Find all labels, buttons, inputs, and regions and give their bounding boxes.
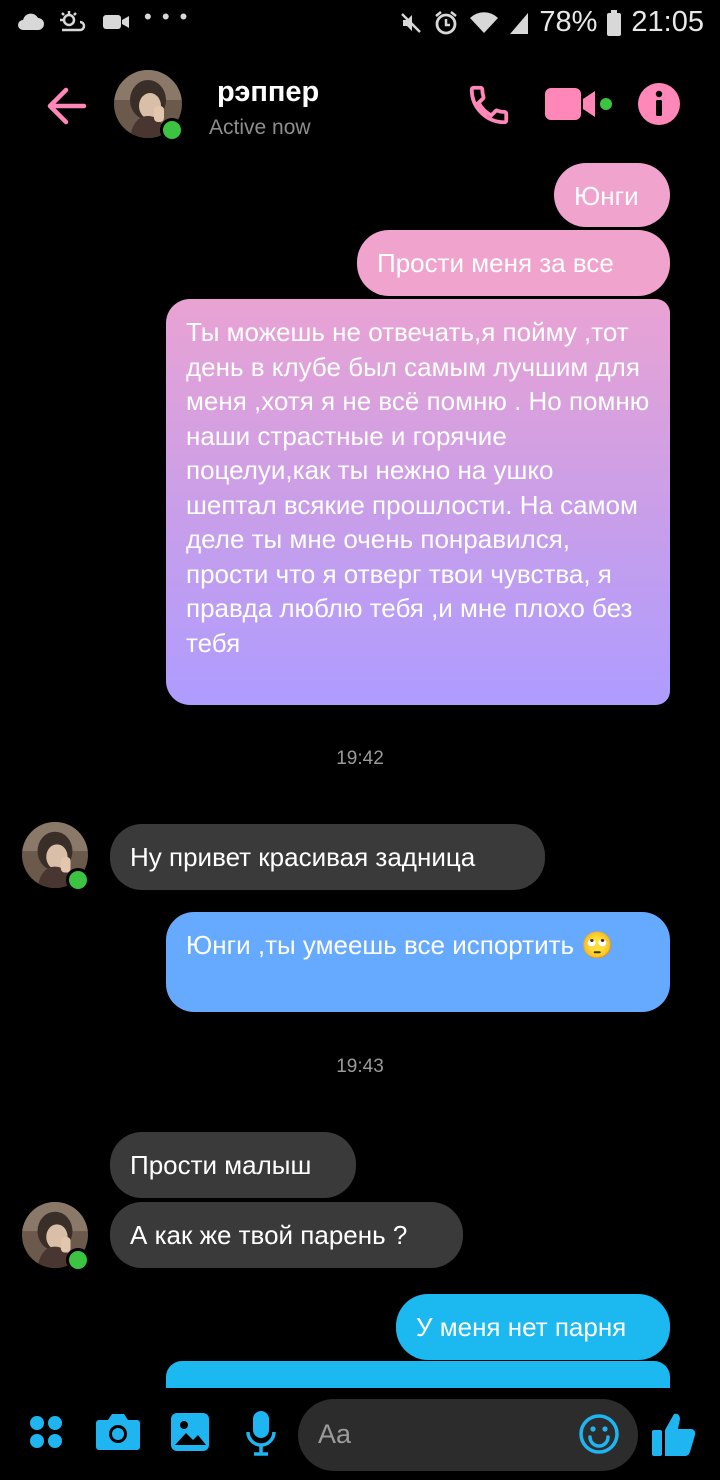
contact-status: Active now — [209, 116, 311, 139]
weather-icon — [60, 11, 86, 32]
message-list[interactable]: Юнги Прости меня за все Ты можешь не отв… — [0, 150, 720, 1388]
message-bubble-incoming[interactable]: Прости малыш — [110, 1132, 356, 1198]
video-camera-icon — [103, 15, 129, 29]
battery-percent: 78% — [539, 6, 598, 38]
microphone-button[interactable] — [246, 1410, 276, 1461]
emoji-icon — [579, 1414, 619, 1454]
clock: 21:05 — [631, 6, 704, 38]
apps-icon — [30, 1416, 62, 1448]
more-dots-icon: • • • — [144, 4, 190, 29]
battery-icon — [607, 9, 622, 36]
message-input-placeholder: Aa — [318, 1419, 352, 1449]
online-indicator — [66, 1248, 90, 1272]
thumbs-up-icon — [652, 1413, 696, 1456]
status-bar: • • • 78% 21:05 — [0, 0, 720, 50]
message-bubble-incoming[interactable]: А как же твой парень ? — [110, 1202, 463, 1268]
message-input[interactable]: Aa — [298, 1399, 638, 1471]
video-call-icon — [545, 88, 612, 120]
message-bubble-outgoing[interactable]: У меня нет парня — [396, 1294, 670, 1360]
message-bubble-outgoing[interactable]: Юнги ,ты умеешь все испортить 🙄 — [166, 912, 670, 1012]
info-icon — [638, 83, 680, 125]
message-bubble-outgoing-partial[interactable] — [166, 1361, 670, 1388]
back-button[interactable] — [42, 82, 92, 132]
like-button[interactable] — [651, 1410, 697, 1463]
phone-icon — [469, 85, 509, 125]
mute-icon — [401, 12, 422, 33]
online-indicator — [160, 118, 184, 142]
message-bubble-outgoing[interactable]: Юнги — [554, 163, 670, 227]
alarm-icon — [435, 10, 458, 34]
camera-button[interactable] — [95, 1410, 141, 1457]
message-timestamp: 19:42 — [336, 748, 384, 769]
eye-roll-emoji: 🙄 — [581, 930, 614, 960]
message-text: Юнги ,ты умеешь все испортить — [186, 930, 575, 960]
video-call-button[interactable] — [543, 84, 615, 129]
composer-bar: Aa — [0, 1390, 720, 1480]
voice-call-button[interactable] — [466, 82, 512, 133]
back-arrow-icon — [47, 87, 87, 125]
gallery-button[interactable] — [170, 1412, 210, 1457]
gallery-icon — [171, 1413, 209, 1451]
wifi-icon — [470, 11, 499, 33]
cloud-icon — [18, 13, 44, 30]
emoji-button[interactable] — [578, 1413, 620, 1460]
microphone-icon — [246, 1411, 276, 1456]
online-indicator — [66, 868, 90, 892]
camera-icon — [96, 1414, 140, 1450]
signal-icon — [510, 12, 529, 34]
contact-name[interactable]: рэппер — [217, 76, 319, 109]
message-bubble-outgoing[interactable]: Прости меня за все — [357, 230, 670, 296]
message-bubble-incoming[interactable]: Ну привет красивая задница — [110, 824, 545, 890]
message-bubble-outgoing[interactable]: Ты можешь не отвечать,я пойму ,тот день … — [166, 299, 670, 705]
chat-header: рэппер Active now — [0, 62, 720, 152]
apps-button[interactable] — [28, 1414, 64, 1455]
info-button[interactable] — [637, 82, 681, 131]
message-timestamp: 19:43 — [336, 1056, 384, 1077]
